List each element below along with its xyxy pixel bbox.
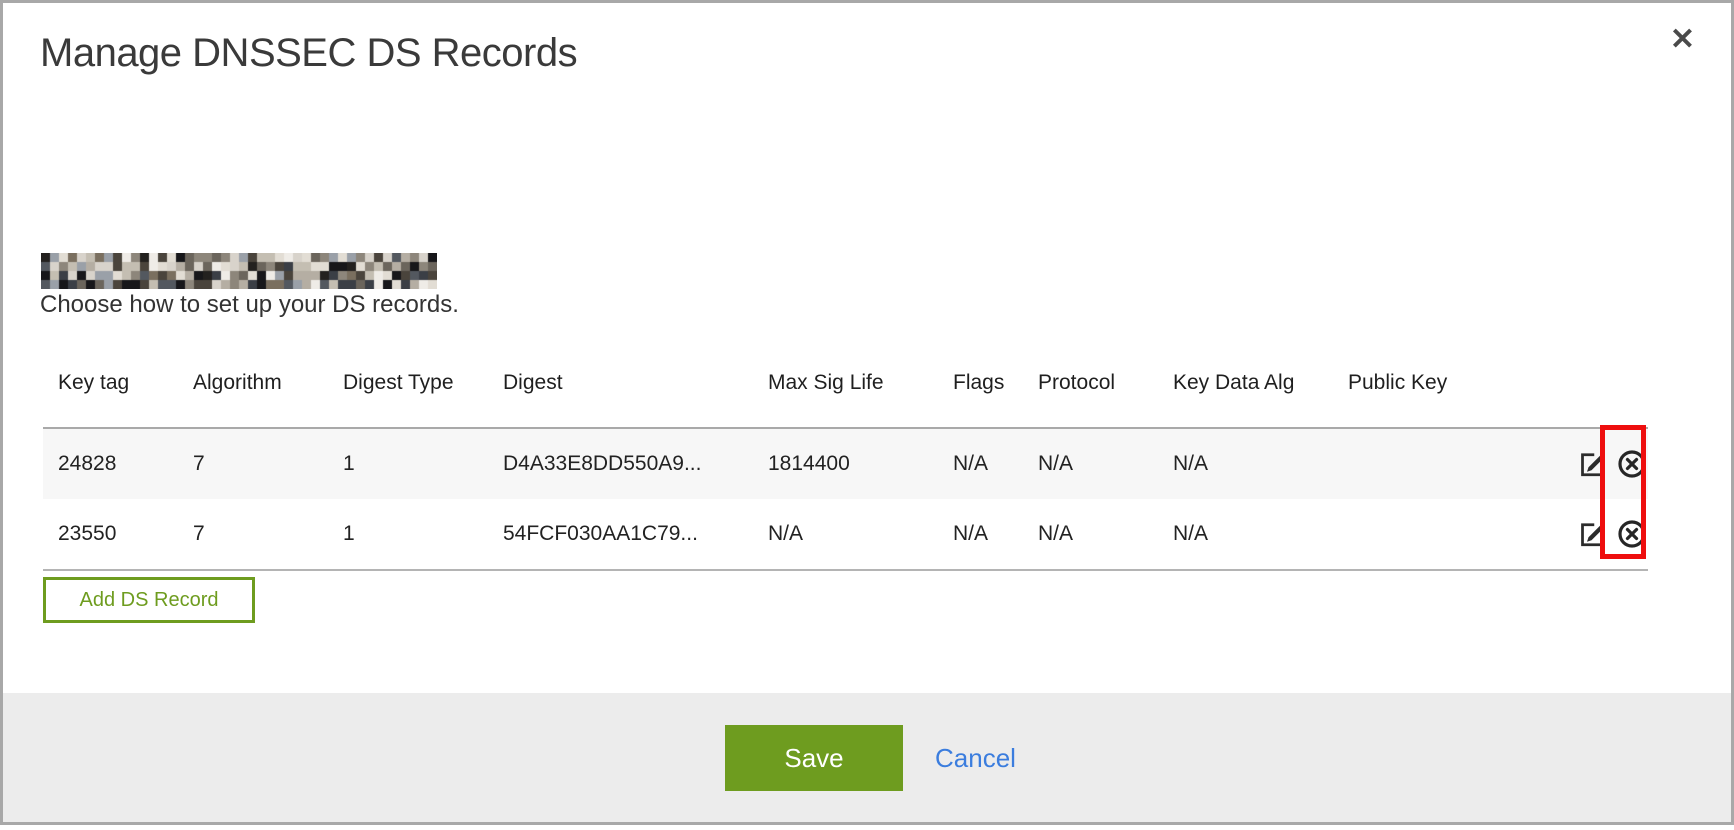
cell-public-key <box>1348 499 1523 570</box>
col-header-key-tag: Key tag <box>43 365 193 428</box>
col-header-flags: Flags <box>953 365 1038 428</box>
cell-protocol: N/A <box>1038 428 1173 499</box>
cell-digest: 54FCF030AA1C79... <box>503 499 768 570</box>
cell-max-sig-life: 1814400 <box>768 428 953 499</box>
cell-public-key <box>1348 428 1523 499</box>
cell-max-sig-life: N/A <box>768 499 953 570</box>
cell-digest-type: 1 <box>343 428 503 499</box>
col-header-digest: Digest <box>503 365 768 428</box>
col-header-public-key: Public Key <box>1348 365 1523 428</box>
edit-record-icon[interactable] <box>1578 449 1608 479</box>
table-header-row: Key tag Algorithm Digest Type Digest Max… <box>43 365 1648 428</box>
col-header-key-data-alg: Key Data Alg <box>1173 365 1348 428</box>
close-icon[interactable]: ✕ <box>1670 25 1695 55</box>
cell-key-data-alg: N/A <box>1173 428 1348 499</box>
table-row: 23550 7 1 54FCF030AA1C79... N/A N/A N/A … <box>43 499 1648 570</box>
delete-record-icon[interactable] <box>1616 448 1648 480</box>
table-row: 24828 7 1 D4A33E8DD550A9... 1814400 N/A … <box>43 428 1648 499</box>
manage-dnssec-modal: Manage DNSSEC DS Records ✕ Choose how to… <box>0 0 1734 825</box>
redacted-domain <box>41 253 437 289</box>
cell-algorithm: 7 <box>193 428 343 499</box>
cell-protocol: N/A <box>1038 499 1173 570</box>
col-header-actions <box>1523 365 1648 428</box>
col-header-max-sig-life: Max Sig Life <box>768 365 953 428</box>
row-actions <box>1523 428 1648 499</box>
col-header-digest-type: Digest Type <box>343 365 503 428</box>
col-header-algorithm: Algorithm <box>193 365 343 428</box>
cell-key-data-alg: N/A <box>1173 499 1348 570</box>
cell-key-tag: 23550 <box>43 499 193 570</box>
cancel-link[interactable]: Cancel <box>935 725 1016 791</box>
row-actions <box>1523 499 1648 570</box>
page-title: Manage DNSSEC DS Records <box>40 31 577 76</box>
ds-records-table: Key tag Algorithm Digest Type Digest Max… <box>43 365 1648 571</box>
add-ds-record-button[interactable]: Add DS Record <box>43 577 255 623</box>
cell-flags: N/A <box>953 499 1038 570</box>
cell-algorithm: 7 <box>193 499 343 570</box>
delete-record-icon[interactable] <box>1616 518 1648 550</box>
col-header-protocol: Protocol <box>1038 365 1173 428</box>
save-button[interactable]: Save <box>725 725 903 791</box>
edit-record-icon[interactable] <box>1578 519 1608 549</box>
modal-footer: Save Cancel <box>3 693 1731 822</box>
instruction-text: Choose how to set up your DS records. <box>40 291 459 319</box>
cell-digest-type: 1 <box>343 499 503 570</box>
cell-flags: N/A <box>953 428 1038 499</box>
cell-key-tag: 24828 <box>43 428 193 499</box>
cell-digest: D4A33E8DD550A9... <box>503 428 768 499</box>
